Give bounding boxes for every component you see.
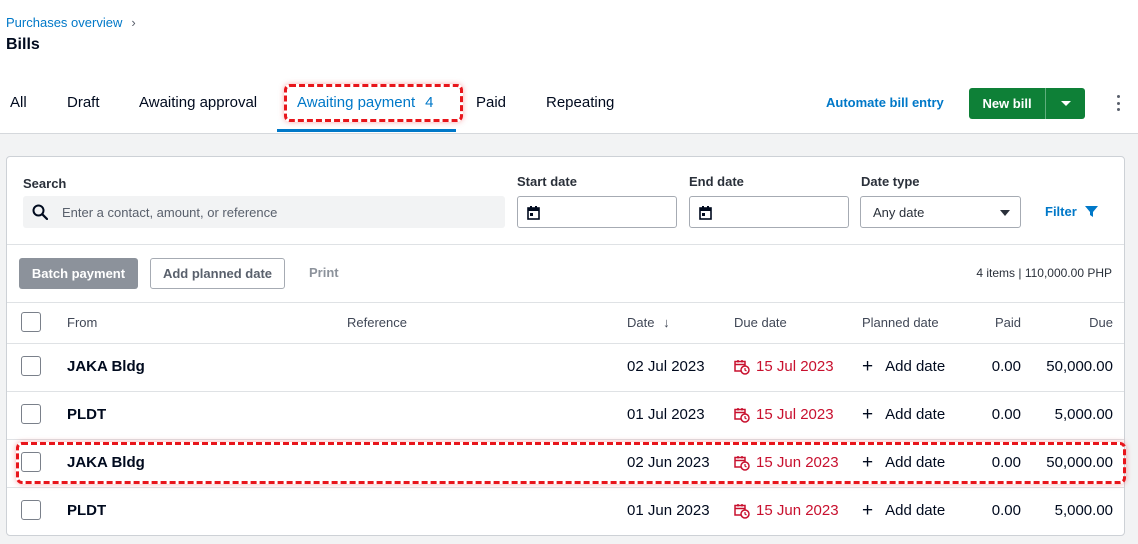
- highlight-annotation-tab: [284, 84, 463, 122]
- column-header-reference[interactable]: Reference: [347, 315, 407, 330]
- active-tab-indicator: [277, 129, 456, 132]
- date-type-select[interactable]: Any date: [860, 196, 1021, 228]
- search-icon: [32, 204, 48, 220]
- select-all-checkbox[interactable]: [21, 312, 41, 332]
- highlight-annotation-row: [16, 442, 1126, 484]
- items-summary: 4 items | 110,000.00 PHP: [976, 266, 1112, 280]
- plus-icon: +: [862, 356, 874, 377]
- overdue-calendar-icon: [734, 359, 750, 375]
- row-add-date-label: Add date: [885, 502, 946, 519]
- page-title: Bills: [6, 36, 40, 53]
- new-bill-split-button: New bill: [969, 88, 1085, 119]
- new-bill-button[interactable]: New bill: [969, 88, 1045, 119]
- row-paid: 0.00: [991, 406, 1021, 423]
- calendar-icon: [699, 206, 712, 220]
- plus-icon: +: [862, 500, 874, 521]
- column-header-date-label: Date: [627, 315, 655, 330]
- row-from: JAKA Bldg: [67, 358, 145, 375]
- row-due-date-text: 15 Jun 2023: [756, 502, 839, 519]
- table-row[interactable]: JAKA Bldg 02 Jul 2023 15 Jul 2023 + Add d…: [7, 343, 1124, 391]
- search-placeholder: Enter a contact, amount, or reference: [62, 205, 278, 220]
- row-checkbox[interactable]: [21, 500, 41, 520]
- tab-awaiting-approval[interactable]: Awaiting approval: [139, 94, 257, 111]
- row-date: 01 Jul 2023: [627, 406, 705, 423]
- start-date-label: Start date: [517, 174, 577, 189]
- calendar-icon: [527, 206, 540, 220]
- row-date: 02 Jul 2023: [627, 358, 705, 375]
- chevron-down-icon: [1000, 210, 1010, 216]
- row-due-date-text: 15 Jul 2023: [756, 358, 834, 375]
- row-from: PLDT: [67, 406, 107, 423]
- tab-paid[interactable]: Paid: [476, 94, 506, 111]
- search-input[interactable]: Enter a contact, amount, or reference: [23, 196, 505, 228]
- column-header-paid[interactable]: Paid: [961, 315, 1021, 330]
- row-due-date: 15 Jul 2023: [734, 406, 834, 423]
- filter-label: Filter: [1045, 204, 1077, 219]
- row-checkbox[interactable]: [21, 404, 41, 424]
- row-due-date: 15 Jun 2023: [734, 502, 839, 519]
- row-checkbox[interactable]: [21, 356, 41, 376]
- filter-icon: [1084, 206, 1098, 217]
- new-bill-dropdown-button[interactable]: [1045, 88, 1085, 119]
- divider: [7, 244, 1124, 245]
- overdue-calendar-icon: [734, 407, 750, 423]
- row-due: 5,000.00: [1054, 502, 1113, 519]
- sort-descending-icon: ↓: [663, 315, 670, 330]
- divider: [7, 302, 1124, 303]
- filter-button[interactable]: Filter: [1045, 204, 1098, 219]
- end-date-label: End date: [689, 174, 744, 189]
- column-header-due[interactable]: Due: [1047, 315, 1113, 330]
- row-paid: 0.00: [991, 358, 1021, 375]
- overdue-calendar-icon: [734, 503, 750, 519]
- automate-bill-entry-link[interactable]: Automate bill entry: [826, 95, 944, 110]
- column-header-from[interactable]: From: [67, 315, 97, 330]
- row-paid: 0.00: [991, 502, 1021, 519]
- row-due-date: 15 Jul 2023: [734, 358, 834, 375]
- batch-payment-button[interactable]: Batch payment: [19, 258, 138, 289]
- date-type-label: Date type: [861, 174, 920, 189]
- row-add-date-label: Add date: [885, 406, 946, 423]
- row-add-date-button[interactable]: + Add date: [862, 404, 946, 425]
- more-options-icon[interactable]: [1115, 95, 1121, 111]
- table-row[interactable]: PLDT 01 Jul 2023 15 Jul 2023 + Add date 0…: [7, 391, 1124, 439]
- add-planned-date-button[interactable]: Add planned date: [150, 258, 285, 289]
- end-date-input[interactable]: [689, 196, 849, 228]
- tab-draft[interactable]: Draft: [67, 94, 100, 111]
- search-label: Search: [23, 176, 67, 191]
- column-header-planned-date[interactable]: Planned date: [862, 315, 939, 330]
- row-due: 5,000.00: [1054, 406, 1113, 423]
- plus-icon: +: [862, 404, 874, 425]
- breadcrumb-link[interactable]: Purchases overview: [6, 15, 122, 30]
- chevron-right-icon: ›: [131, 15, 136, 30]
- column-header-due-date[interactable]: Due date: [734, 315, 787, 330]
- print-button[interactable]: Print: [309, 265, 339, 280]
- row-add-date-label: Add date: [885, 358, 946, 375]
- tab-repeating[interactable]: Repeating: [546, 94, 614, 111]
- tab-all[interactable]: All: [10, 94, 27, 111]
- row-add-date-button[interactable]: + Add date: [862, 500, 946, 521]
- row-due-date-text: 15 Jul 2023: [756, 406, 834, 423]
- row-due: 50,000.00: [1046, 358, 1113, 375]
- page-header: Purchases overview › Bills All Draft Awa…: [0, 0, 1138, 134]
- date-type-value: Any date: [873, 205, 925, 220]
- row-from: PLDT: [67, 502, 107, 519]
- chevron-down-icon: [1060, 101, 1071, 106]
- row-add-date-button[interactable]: + Add date: [862, 356, 946, 377]
- table-row[interactable]: PLDT 01 Jun 2023 15 Jun 2023 + Add date 0…: [7, 487, 1124, 535]
- breadcrumb: Purchases overview ›: [6, 15, 136, 30]
- column-header-date[interactable]: Date ↓: [627, 315, 670, 330]
- start-date-input[interactable]: [517, 196, 677, 228]
- row-date: 01 Jun 2023: [627, 502, 710, 519]
